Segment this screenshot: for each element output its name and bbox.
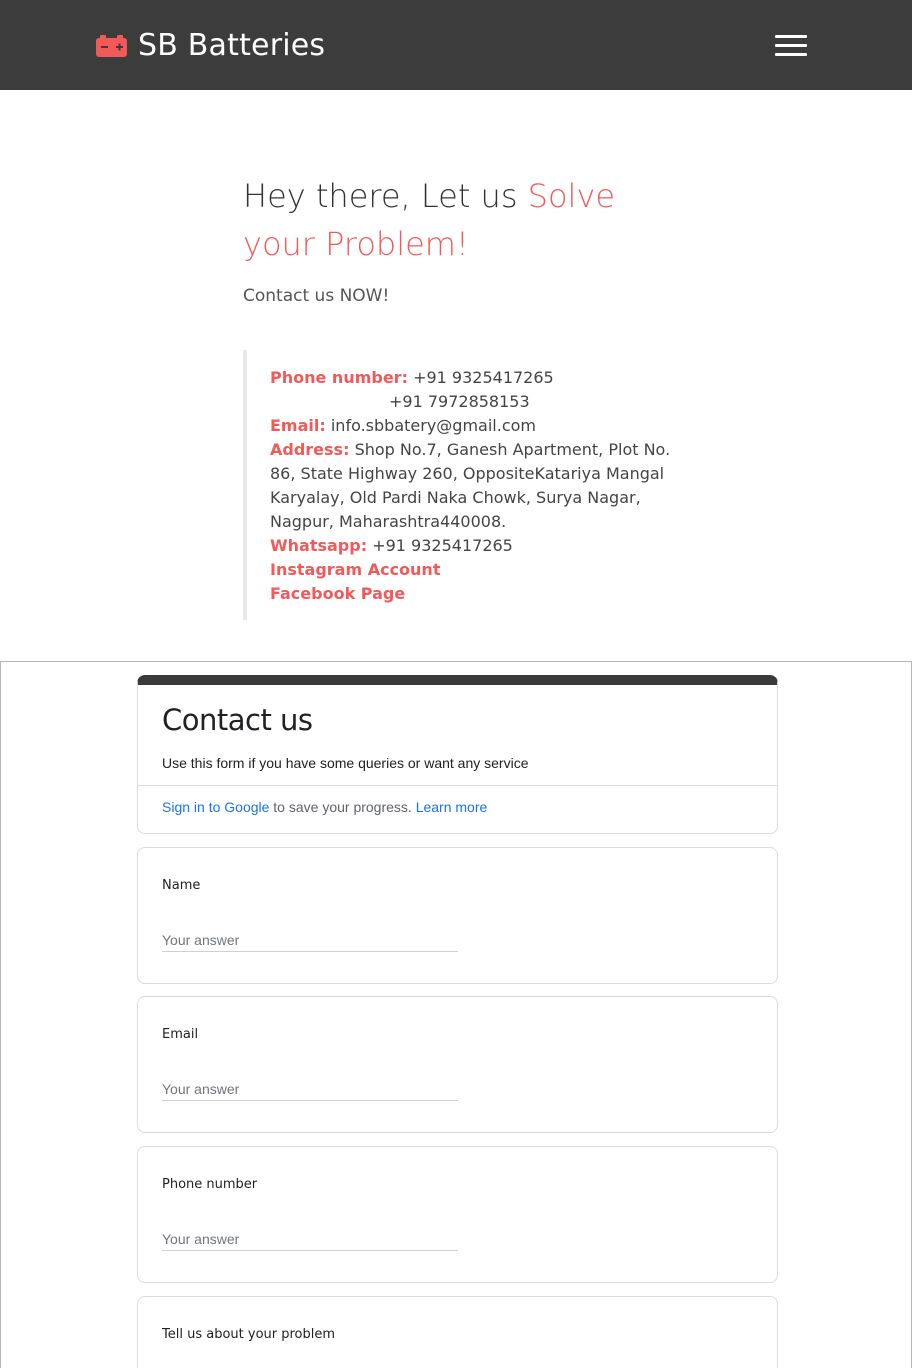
embedded-form-frame: Contact us Use this form if you have som… bbox=[0, 661, 912, 1368]
battery-icon bbox=[95, 34, 128, 58]
question-card-problem: Tell us about your problem bbox=[137, 1296, 778, 1368]
email-input[interactable] bbox=[162, 1077, 458, 1101]
address-label: Address: bbox=[270, 440, 350, 459]
question-label: Email bbox=[162, 1027, 199, 1042]
hero-subtitle: Contact us NOW! bbox=[243, 286, 390, 306]
phone-line: Phone number: +91 9325417265 bbox=[270, 366, 673, 390]
instagram-link[interactable]: Instagram Account bbox=[270, 558, 673, 582]
name-input[interactable] bbox=[162, 928, 458, 952]
learn-more-link[interactable]: Learn more bbox=[416, 799, 488, 815]
signin-notice: Sign in to Google to save your progress.… bbox=[162, 799, 487, 815]
form-header-card: Contact us Use this form if you have som… bbox=[137, 675, 778, 834]
brand-name: SB Batteries bbox=[138, 28, 326, 63]
hero-heading: Hey there, Let us Solve your Problem! bbox=[243, 172, 663, 268]
hamburger-menu-icon[interactable] bbox=[775, 34, 807, 58]
question-label: Name bbox=[162, 878, 201, 893]
header-divider bbox=[138, 785, 777, 786]
signin-link[interactable]: Sign in to Google bbox=[162, 799, 269, 815]
form-title: Contact us bbox=[162, 703, 313, 737]
email-value: info.sbbatery@gmail.com bbox=[330, 416, 536, 435]
email-label: Email: bbox=[270, 416, 326, 435]
whatsapp-line: Whatsapp: +91 9325417265 bbox=[270, 534, 673, 558]
question-label: Tell us about your problem bbox=[162, 1327, 336, 1342]
question-label: Phone number bbox=[162, 1177, 258, 1192]
question-card-name: Name bbox=[137, 847, 778, 984]
brand-link[interactable]: SB Batteries bbox=[95, 28, 325, 63]
whatsapp-value: +91 9325417265 bbox=[372, 536, 513, 555]
whatsapp-label: Whatsapp: bbox=[270, 536, 368, 555]
address-line: Address: Shop No.7, Ganesh Apartment, Pl… bbox=[270, 438, 673, 534]
form-description: Use this form if you have some queries o… bbox=[162, 755, 529, 771]
phone-input[interactable] bbox=[162, 1227, 458, 1251]
phone-number-1: +91 9325417265 bbox=[413, 368, 554, 387]
question-card-email: Email bbox=[137, 996, 778, 1133]
hero-heading-plain: Hey there, Let us bbox=[243, 177, 528, 215]
facebook-link[interactable]: Facebook Page bbox=[270, 582, 673, 606]
top-navbar: SB Batteries bbox=[0, 0, 912, 90]
signin-text: to save your progress. bbox=[269, 799, 416, 815]
question-card-phone: Phone number bbox=[137, 1146, 778, 1283]
phone-number-2: +91 7972858153 bbox=[389, 392, 530, 411]
phone-label: Phone number: bbox=[270, 368, 408, 387]
email-line: Email: info.sbbatery@gmail.com bbox=[270, 414, 673, 438]
contact-details: Phone number: +91 9325417265 +91 7972858… bbox=[243, 350, 673, 620]
